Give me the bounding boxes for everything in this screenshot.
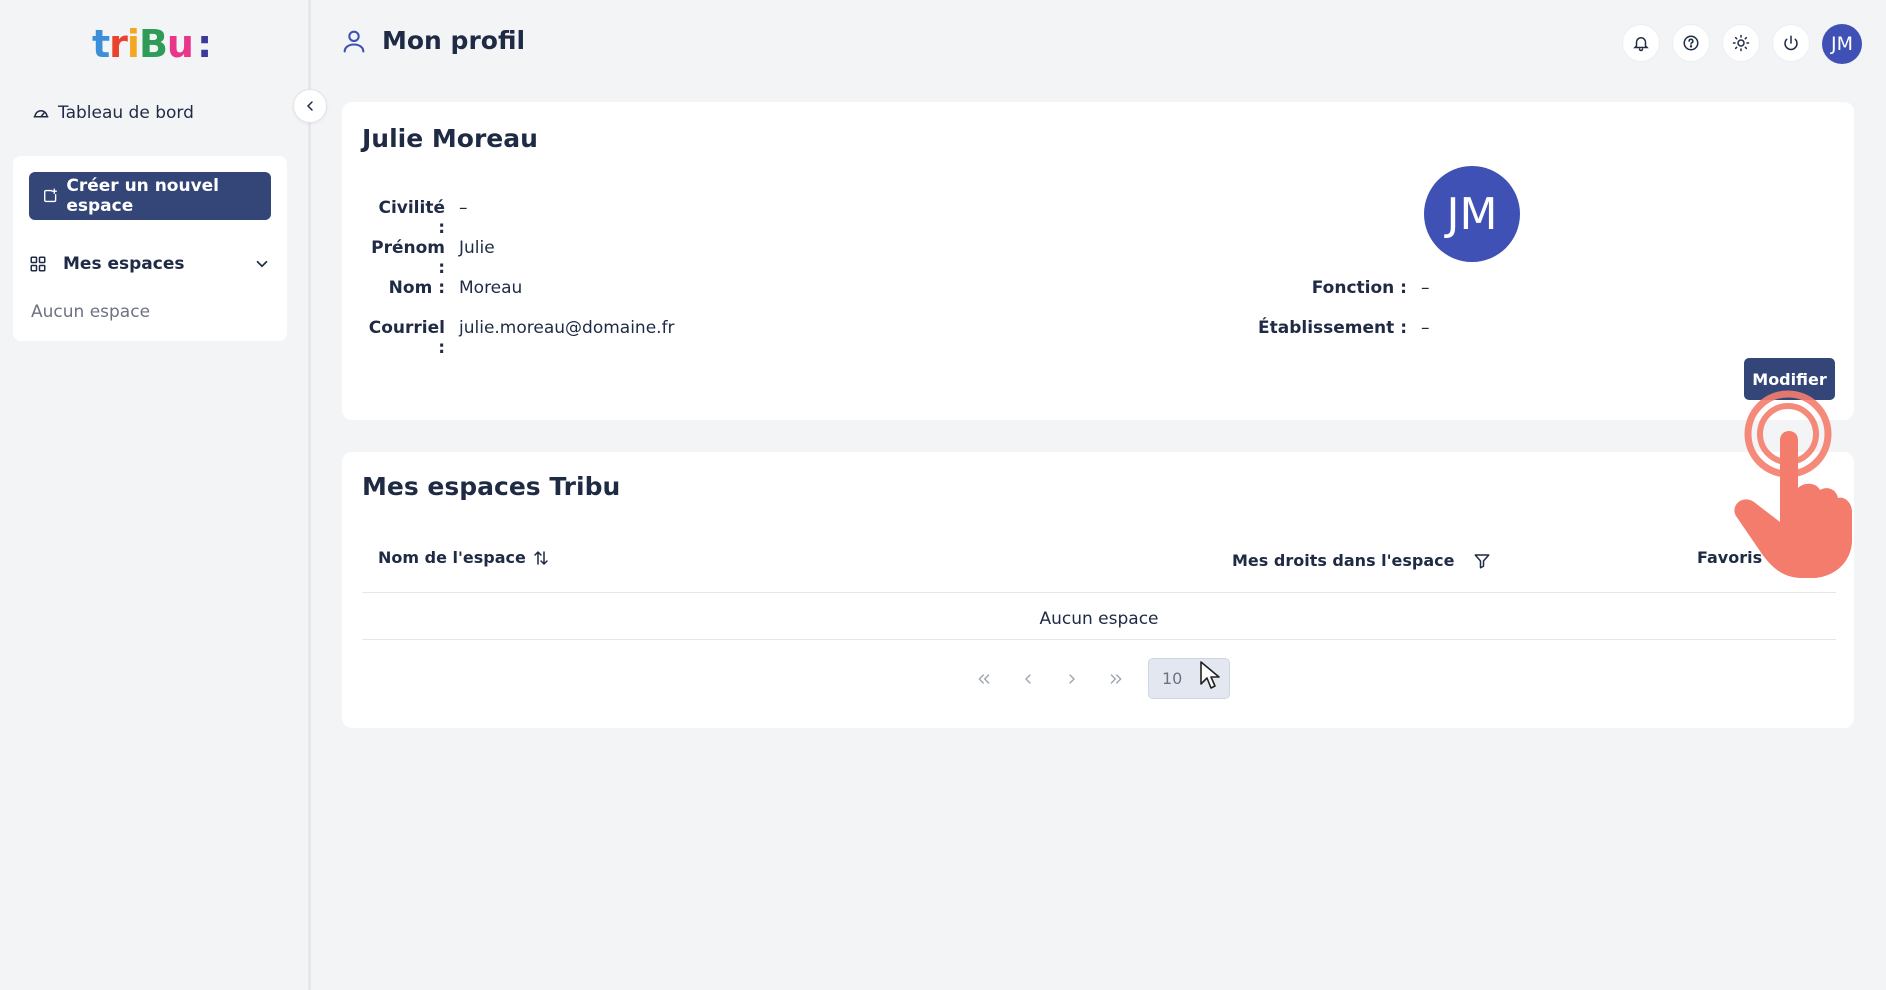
- sidebar: t r i B u : Tableau de bord Créer un nou…: [0, 0, 311, 990]
- field-label: Établissement :: [1258, 318, 1407, 338]
- field-label: Nom :: [388, 278, 445, 298]
- my-spaces-label: Mes espaces: [63, 254, 185, 274]
- logo-colon: :: [196, 22, 212, 66]
- filter-icon: [1474, 553, 1490, 568]
- chevron-left-icon: [1025, 673, 1031, 684]
- tap-gesture-icon: [1734, 390, 1852, 578]
- create-space-button[interactable]: Créer un nouvel espace: [29, 172, 271, 220]
- sun-icon: [1732, 34, 1750, 52]
- table-header-divider: [362, 592, 1836, 593]
- empty-table-message: Aucun espace: [1039, 609, 1159, 629]
- field-label: Courriel :: [368, 318, 445, 358]
- chevrons-left-icon: [978, 673, 990, 684]
- sidebar-item-label: Tableau de bord: [58, 103, 194, 123]
- user-icon: [343, 30, 365, 53]
- spaces-title: Mes espaces Tribu: [362, 472, 621, 501]
- logo-letter-i: i: [126, 22, 140, 66]
- user-avatar[interactable]: JM: [1822, 24, 1862, 64]
- logout-button[interactable]: [1772, 24, 1810, 62]
- field-value: –: [459, 198, 468, 218]
- logo-letter-b: B: [138, 22, 168, 66]
- previous-page-button[interactable]: [1016, 667, 1040, 691]
- notifications-button[interactable]: [1622, 24, 1660, 62]
- field-label: Fonction :: [1311, 278, 1407, 298]
- page-title-text: Mon profil: [382, 26, 526, 55]
- chevron-right-icon: [1069, 673, 1075, 684]
- mouse-cursor-icon: [1200, 661, 1220, 689]
- theme-toggle-button[interactable]: [1722, 24, 1760, 62]
- header-actions: JM: [1622, 24, 1862, 64]
- sidebar-card: Créer un nouvel espace Mes espaces Aucun…: [13, 156, 287, 341]
- tribu-logo[interactable]: t r i B u :: [92, 22, 212, 66]
- field-value: –: [1421, 318, 1430, 338]
- logo-letter-t: t: [92, 22, 110, 66]
- column-header-name[interactable]: Nom de l'espace: [378, 548, 550, 567]
- gauge-icon: [33, 110, 49, 118]
- field-value: Julie: [459, 238, 495, 258]
- field-label: Prénom :: [371, 238, 445, 278]
- field-firstname: Prénom : Julie: [362, 238, 495, 278]
- no-spaces-text: Aucun espace: [31, 302, 151, 322]
- profile-avatar: JM: [1424, 166, 1520, 262]
- collapse-sidebar-button[interactable]: [293, 89, 327, 123]
- logo-letter-u: u: [166, 22, 194, 66]
- first-page-button[interactable]: [972, 667, 996, 691]
- column-header-label: Mes droits dans l'espace: [1232, 551, 1455, 570]
- field-establishment: Établissement : –: [1242, 318, 1430, 338]
- field-value: –: [1421, 278, 1430, 298]
- pagination: 10: [972, 658, 1230, 699]
- field-label: Civilité :: [378, 198, 445, 238]
- bell-icon: [1633, 37, 1649, 52]
- add-square-icon: [44, 188, 57, 203]
- field-function: Fonction : –: [1242, 278, 1430, 298]
- help-button[interactable]: [1672, 24, 1710, 62]
- spaces-card: Mes espaces Tribu Nom de l'espace Mes dr…: [342, 452, 1854, 728]
- profile-name: Julie Moreau: [362, 124, 538, 153]
- chevron-left-icon: [306, 101, 313, 111]
- column-header-rights[interactable]: Mes droits dans l'espace: [1232, 551, 1491, 570]
- field-value: julie.moreau@domaine.fr: [459, 318, 675, 338]
- my-spaces-toggle[interactable]: Mes espaces: [29, 254, 279, 274]
- logo-letter-r: r: [109, 22, 128, 66]
- power-icon: [1784, 35, 1798, 51]
- field-lastname: Nom : Moreau: [362, 278, 523, 298]
- chevrons-right-icon: [1110, 673, 1122, 684]
- page-title: Mon profil: [340, 26, 525, 55]
- field-email: Courriel : julie.moreau@domaine.fr: [362, 318, 675, 358]
- create-space-label: Créer un nouvel espace: [66, 176, 220, 216]
- sidebar-item-dashboard[interactable]: Tableau de bord: [32, 103, 194, 123]
- profile-card: Julie Moreau Civilité : – Prénom : Julie…: [342, 102, 1854, 420]
- field-civility: Civilité : –: [370, 198, 468, 238]
- field-value: Moreau: [459, 278, 523, 298]
- chevron-down-icon: [256, 260, 268, 268]
- column-header-label: Nom de l'espace: [378, 548, 526, 567]
- table-footer-divider: [362, 639, 1836, 640]
- help-icon: [1683, 35, 1699, 51]
- grid-icon: [30, 256, 46, 272]
- last-page-button[interactable]: [1104, 667, 1128, 691]
- sort-icon: [534, 550, 548, 565]
- next-page-button[interactable]: [1060, 667, 1084, 691]
